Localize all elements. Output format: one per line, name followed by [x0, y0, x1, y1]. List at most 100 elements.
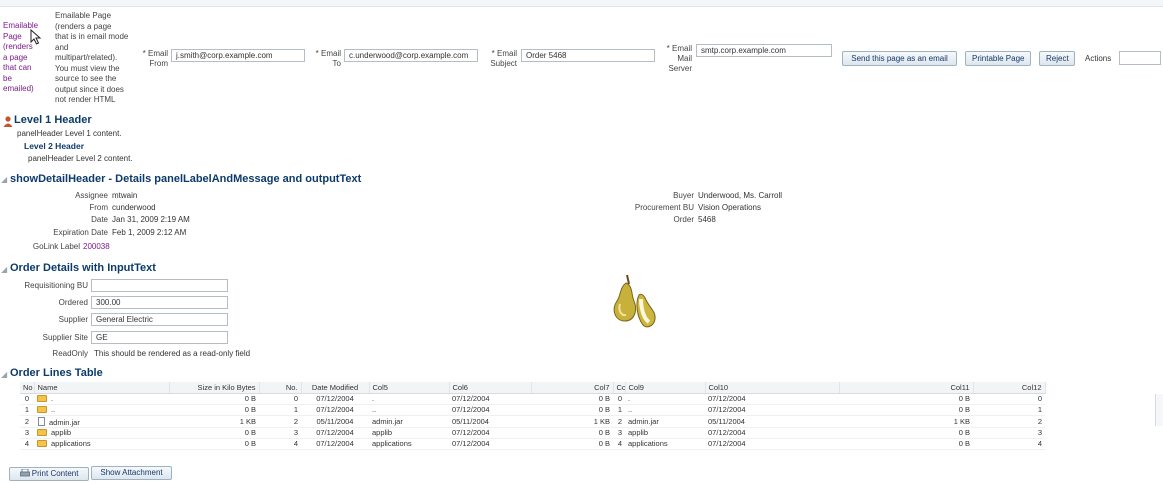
file-name: .. [51, 404, 56, 414]
cell-col9: admin.jar [625, 415, 705, 428]
table-scrollbar[interactable] [1155, 394, 1163, 426]
cell-col8: 0 [613, 393, 625, 405]
file-icon [38, 416, 45, 426]
cell-size: 0 B [169, 438, 259, 450]
emailable-link-line: be [3, 73, 12, 83]
column-header[interactable]: Col11 [839, 382, 974, 394]
email-to-field[interactable]: c.underwood@corp.example.com [344, 49, 478, 62]
cell-col12: 1 [973, 404, 1045, 416]
label-line: Mail [677, 54, 692, 63]
cell-col8: 1 [613, 404, 625, 416]
cell-col6: 07/12/2004 [449, 427, 531, 439]
supplier-site-field[interactable]: GE [91, 331, 228, 344]
note-line: that is in email mode [55, 32, 129, 41]
column-header[interactable]: Col10 [705, 382, 840, 394]
table-row[interactable]: 4 applications 0 B 4 07/12/2004 applications 0… [20, 438, 1045, 450]
cell-size: 0 B [169, 427, 259, 439]
order-details-header: Order Details with InputText [10, 262, 156, 274]
column-header[interactable]: Col5 [369, 382, 450, 394]
from-label: From [89, 203, 108, 212]
ordered-label: Ordered [58, 298, 88, 307]
requisitioning-bu-field[interactable] [91, 279, 228, 292]
column-header[interactable]: Col7 [531, 382, 614, 394]
printable-page-button[interactable]: Printable Page [965, 51, 1031, 66]
order-label: Order [673, 215, 694, 224]
reject-button[interactable]: Reject [1039, 51, 1075, 66]
expiration-date-label: Expiration Date [53, 228, 108, 237]
cell-col11: 0 B [839, 438, 973, 450]
folder-icon [37, 405, 47, 413]
cell-col5: applib [369, 427, 449, 439]
level2-content: panelHeader Level 2 content. [28, 154, 133, 163]
cell-col7: 0 B [531, 393, 613, 405]
mouse-cursor-icon [30, 29, 42, 45]
cell-col12: 2 [973, 415, 1045, 428]
golink-value[interactable]: 200038 [83, 242, 110, 252]
table-row[interactable]: 3 applib 0 B 3 07/12/2004 applib 07/12/2004 0 B… [20, 427, 1045, 439]
column-header[interactable]: No [20, 382, 35, 394]
cell-col9: .. [625, 404, 705, 416]
cell-size: 0 B [169, 393, 259, 405]
cell-col12: 0 [973, 393, 1045, 405]
buyer-label: Buyer [673, 191, 694, 200]
folder-icon [37, 429, 47, 437]
note-line: output since it does [55, 84, 124, 94]
supplier-field[interactable]: General Electric [91, 313, 228, 326]
cell-col10: 07/12/2004 [705, 404, 839, 416]
column-header[interactable]: Name [34, 382, 170, 394]
cell-date: 07/12/2004 [301, 438, 369, 450]
column-header[interactable]: Col8 [613, 382, 626, 394]
column-header[interactable]: Size in Kilo Bytes [169, 382, 260, 394]
email-subject-field[interactable]: Order 5468 [521, 49, 655, 62]
show-attachment-button[interactable]: Show Attachment [91, 466, 172, 480]
column-header[interactable]: Date Modified [301, 382, 370, 394]
cell-col8: 2 [613, 415, 625, 428]
level1-content: panelHeader Level 1 content. [17, 129, 122, 138]
table-row[interactable]: 2 admin.jar 1 KB 2 05/11/2004 admin.jar 05/11/… [20, 415, 1045, 428]
ordered-field[interactable]: 300.00 [91, 296, 228, 309]
table-row[interactable]: 0.0 B 0 07/12/2004. 07/12/2004 0 B 0. 07/12/20… [20, 393, 1045, 405]
folder-icon [37, 394, 47, 402]
column-header[interactable]: Col12 [973, 382, 1046, 394]
cell-col5: admin.jar [369, 415, 449, 428]
disclosure-triangle-icon[interactable]: ◢ [1, 370, 7, 380]
label-line: Server [668, 64, 692, 73]
cell-col11: 1 KB [839, 415, 973, 428]
actions-select[interactable] [1119, 51, 1161, 65]
send-email-button[interactable]: Send this page as an email [842, 51, 957, 66]
disclosure-triangle-icon[interactable]: ◢ [1, 265, 7, 275]
assignee-label: Assignee [75, 191, 108, 200]
readonly-label: ReadOnly [52, 349, 88, 358]
email-from-field[interactable]: j.smith@corp.example.com [171, 49, 305, 62]
mail-server-field[interactable]: smtp.corp.example.com [696, 44, 832, 57]
column-header[interactable]: Col6 [449, 382, 532, 394]
cell-date: 05/11/2004 [301, 415, 369, 428]
details-header: showDetailHeader - Details panelLabelAnd… [10, 173, 362, 185]
cell-col7: 0 B [531, 438, 613, 450]
cell-col9: . [625, 393, 705, 405]
column-header[interactable]: Col9 [625, 382, 706, 394]
cell-col8: 4 [613, 438, 625, 450]
table-header-row: No Name Size in Kilo Bytes No. Date Modi… [20, 382, 1046, 394]
label-line: To [332, 59, 341, 68]
cell-date: 07/12/2004 [301, 427, 369, 439]
email-subject-label: * Email Subject [480, 49, 517, 69]
table-row[interactable]: 1.. 0 B 1 07/12/2004.. 07/12/2004 0 B 1.. 07/12… [20, 404, 1045, 416]
cell-name: .. [34, 404, 169, 416]
disclosure-triangle-icon[interactable]: ◢ [1, 175, 7, 185]
cell-no2: 2 [259, 415, 301, 428]
cell-col7: 1 KB [531, 415, 613, 428]
order-lines-header: Order Lines Table [10, 367, 103, 379]
mail-server-label: * Email Mail Server [655, 44, 692, 74]
cell-col7: 0 B [531, 427, 613, 439]
column-header[interactable]: No. [259, 382, 302, 394]
requisitioning-bu-label: Requisitioning BU [24, 281, 88, 290]
cell-col8: 3 [613, 427, 625, 439]
print-content-button[interactable]: Print Content [9, 467, 89, 481]
actions-label: Actions [1085, 54, 1112, 63]
cell-col6: 07/12/2004 [449, 438, 531, 450]
pear-image [613, 274, 656, 328]
note-line: (renders a page [55, 21, 112, 31]
cell-no: 4 [20, 438, 34, 450]
label-line: * Email [666, 44, 692, 53]
